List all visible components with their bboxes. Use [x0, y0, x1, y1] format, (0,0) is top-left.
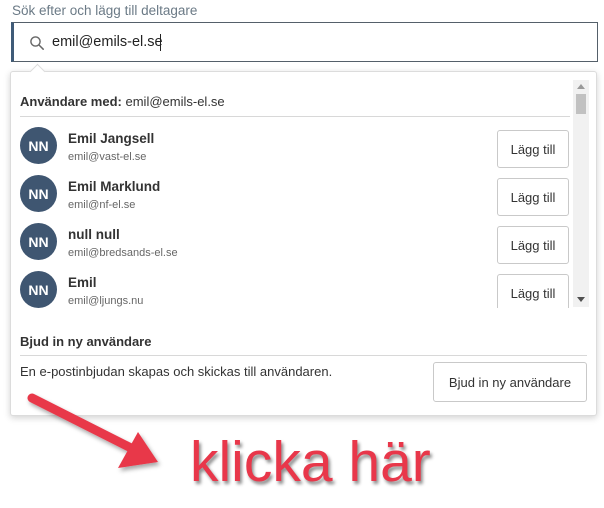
search-input[interactable]	[52, 32, 572, 52]
user-name: null null	[68, 227, 120, 242]
search-box[interactable]	[11, 22, 598, 62]
avatar: NN	[20, 127, 57, 164]
annotation-callout: klicka här	[190, 430, 431, 494]
add-user-button[interactable]: Lägg till	[497, 178, 569, 216]
user-email: emil@vast-el.se	[68, 151, 147, 163]
scroll-thumb[interactable]	[576, 94, 586, 114]
add-user-button[interactable]: Lägg till	[497, 226, 569, 264]
search-icon	[30, 36, 44, 50]
results-header: Användare med: emil@emils-el.se	[20, 94, 225, 109]
invite-description: En e-postinbjudan skapas och skickas til…	[20, 364, 333, 379]
dropdown-notch	[29, 63, 46, 80]
add-user-button[interactable]: Lägg till	[497, 274, 569, 308]
invite-heading: Bjud in ny användare	[20, 334, 152, 349]
scroll-down-arrow-icon[interactable]	[577, 297, 585, 302]
user-name: Emil	[68, 275, 97, 290]
results-header-label: Användare med:	[20, 94, 122, 109]
scrollbar[interactable]	[573, 80, 589, 307]
user-email: emil@ljungs.nu	[68, 295, 144, 307]
user-email: emil@bredsands-el.se	[68, 247, 178, 259]
text-caret	[160, 34, 161, 51]
results-header-query: emil@emils-el.se	[125, 94, 225, 109]
divider	[20, 355, 587, 356]
list-item: NN Emil Jangsell emil@vast-el.se Lägg ti…	[11, 118, 573, 168]
search-label: Sök efter och lägg till deltagare	[12, 3, 198, 18]
user-name: Emil Jangsell	[68, 131, 155, 146]
user-name: Emil Marklund	[68, 179, 161, 194]
avatar: NN	[20, 175, 57, 212]
add-user-button[interactable]: Lägg till	[497, 130, 569, 168]
avatar: NN	[20, 271, 57, 308]
list-item: NN null null emil@bredsands-el.se Lägg t…	[11, 214, 573, 264]
search-results-dropdown: Användare med: emil@emils-el.se NN Emil …	[10, 63, 597, 416]
scroll-up-arrow-icon[interactable]	[577, 84, 585, 89]
user-email: emil@nf-el.se	[68, 199, 136, 211]
divider	[20, 116, 570, 117]
avatar: NN	[20, 223, 57, 260]
invite-new-user-button[interactable]: Bjud in ny användare	[433, 362, 587, 402]
user-list[interactable]: NN Emil Jangsell emil@vast-el.se Lägg ti…	[11, 118, 573, 308]
list-item: NN Emil Marklund emil@nf-el.se Lägg till	[11, 166, 573, 216]
list-item: NN Emil emil@ljungs.nu Lägg till	[11, 262, 573, 308]
